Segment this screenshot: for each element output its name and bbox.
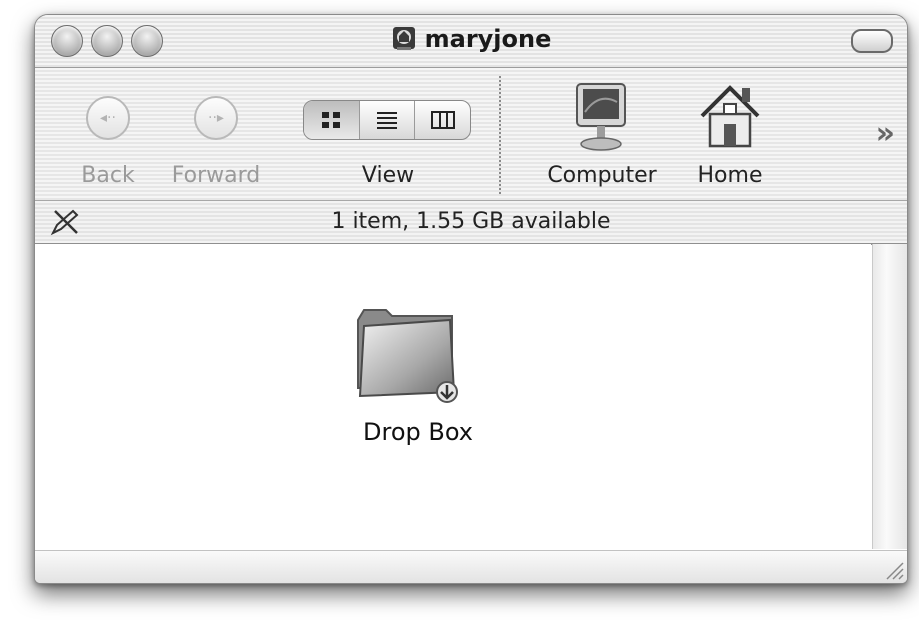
status-bar: 1 item, 1.55 GB available <box>35 200 907 245</box>
resize-grip-icon[interactable] <box>879 555 905 581</box>
finder-window: maryjone ◂·· Back ··▸ Forward View Compu… <box>34 14 908 584</box>
vertical-scrollbar[interactable] <box>872 244 907 549</box>
title-bar[interactable]: maryjone <box>35 15 907 67</box>
home-icon <box>700 85 760 148</box>
back-label: Back <box>81 163 135 188</box>
column-view-button[interactable] <box>415 101 470 139</box>
view-label: View <box>361 163 415 188</box>
toolbar-overflow-button[interactable]: » <box>876 116 895 151</box>
icon-view-button[interactable] <box>304 101 360 139</box>
computer-icon <box>576 83 626 151</box>
toolbar-toggle-button[interactable] <box>851 29 893 53</box>
computer-label: Computer <box>547 163 657 188</box>
list-view-button[interactable] <box>360 101 416 139</box>
drop-box-label: Drop Box <box>363 418 473 446</box>
icon-view-icon <box>322 112 341 128</box>
list-view-icon <box>377 112 397 129</box>
toolbar: ◂·· Back ··▸ Forward View Computer Home … <box>35 67 907 201</box>
forward-arrow-icon: ··▸ <box>194 96 238 140</box>
back-arrow-icon: ◂·· <box>86 96 130 140</box>
drop-box-folder-icon <box>357 309 458 403</box>
view-segmented-control <box>303 100 471 140</box>
toolbar-separator <box>499 76 501 194</box>
forward-label: Forward <box>171 163 261 188</box>
window-title-container: maryjone <box>35 24 907 53</box>
window-title: maryjone <box>424 25 552 53</box>
home-label: Home <box>697 163 763 188</box>
horizontal-scrollbar[interactable] <box>35 550 907 583</box>
column-view-icon <box>430 111 455 129</box>
status-text: 1 item, 1.55 GB available <box>331 209 611 234</box>
home-folder-icon <box>391 24 417 52</box>
